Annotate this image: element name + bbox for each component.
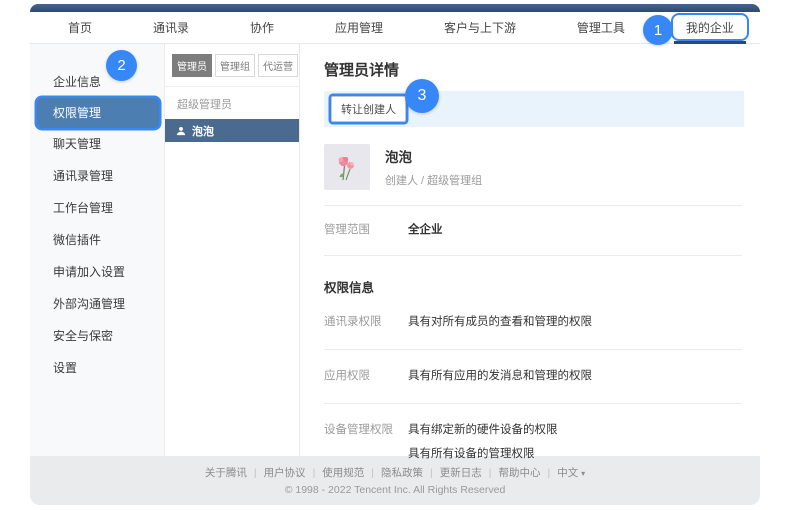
nav-item-contacts[interactable]: 通讯录 bbox=[153, 12, 189, 43]
admin-tabs: 管理员 管理组 代运营 + bbox=[165, 44, 299, 87]
admin-list-item[interactable]: 泡泡 bbox=[165, 119, 299, 142]
nav-item-home[interactable]: 首页 bbox=[68, 12, 92, 43]
caret-down-icon: ▾ bbox=[581, 469, 585, 478]
transfer-creator-button[interactable]: 转让创建人 bbox=[331, 96, 406, 122]
sidebar-item-workbench-management[interactable]: 工作台管理 bbox=[30, 192, 164, 224]
scope-label: 管理范围 bbox=[324, 223, 408, 238]
sidebar-item-company-info[interactable]: 企业信息 bbox=[30, 66, 164, 98]
nav-item-collaboration[interactable]: 协作 bbox=[250, 12, 274, 43]
separator: | bbox=[548, 467, 551, 479]
sidebar-item-contacts-management[interactable]: 通讯录管理 bbox=[30, 160, 164, 192]
permission-label: 应用权限 bbox=[324, 369, 408, 384]
annotation-step-2-badge: 2 bbox=[106, 50, 137, 81]
admin-group-label: 超级管理员 bbox=[165, 87, 299, 119]
separator: | bbox=[430, 467, 433, 479]
permission-label: 设备管理权限 bbox=[324, 423, 408, 462]
separator: | bbox=[254, 467, 257, 479]
separator: | bbox=[489, 467, 492, 479]
annotation-step-3-badge: 3 bbox=[405, 79, 439, 113]
nav-item-customers[interactable]: 客户与上下游 bbox=[444, 12, 516, 43]
footer-link-usage-rules[interactable]: 使用规范 bbox=[322, 465, 364, 480]
detail-toolbar: 转让创建人 bbox=[324, 91, 744, 127]
sidebar-item-settings[interactable]: 设置 bbox=[30, 352, 164, 384]
settings-sidebar: 企业信息 权限管理 聊天管理 通讯录管理 工作台管理 微信插件 申请加入设置 外… bbox=[30, 44, 165, 456]
admin-name: 泡泡 bbox=[192, 123, 214, 139]
content-area: 企业信息 权限管理 聊天管理 通讯录管理 工作台管理 微信插件 申请加入设置 外… bbox=[30, 44, 760, 456]
separator: | bbox=[313, 467, 316, 479]
admin-detail-panel: 管理员详情 转让创建人 bbox=[300, 44, 760, 456]
nav-item-app-management[interactable]: 应用管理 bbox=[335, 12, 383, 43]
footer-links: 关于腾讯 | 用户协议 | 使用规范 | 隐私政策 | 更新日志 | 帮助中心 … bbox=[30, 465, 760, 480]
avatar bbox=[324, 144, 370, 190]
scope-value: 全企业 bbox=[408, 223, 443, 238]
language-label: 中文 bbox=[557, 467, 578, 479]
permission-line-2: 具有所有设备的管理权限 bbox=[408, 447, 558, 462]
screenshot-canvas: 首页 通讯录 协作 应用管理 客户与上下游 管理工具 我的企业 1 2 3 企业… bbox=[0, 0, 789, 510]
separator: | bbox=[371, 467, 374, 479]
nav-item-my-company[interactable]: 我的企业 bbox=[686, 12, 734, 43]
permission-value: 具有所有应用的发消息和管理的权限 bbox=[408, 369, 592, 384]
scope-row: 管理范围 全企业 bbox=[324, 206, 744, 255]
permissions-section-title: 权限信息 bbox=[324, 277, 744, 296]
permission-value: 具有对所有成员的查看和管理的权限 bbox=[408, 315, 592, 330]
flower-avatar-image bbox=[324, 144, 370, 190]
permission-row-apps: 应用权限 具有所有应用的发消息和管理的权限 bbox=[324, 369, 744, 384]
footer-link-changelog[interactable]: 更新日志 bbox=[440, 465, 482, 480]
sidebar-item-security[interactable]: 安全与保密 bbox=[30, 320, 164, 352]
sidebar-item-join-settings[interactable]: 申请加入设置 bbox=[30, 256, 164, 288]
tab-admin-group[interactable]: 管理组 bbox=[215, 54, 255, 77]
language-selector[interactable]: 中文 ▾ bbox=[557, 465, 585, 480]
permission-value: 具有绑定新的硬件设备的权限 具有所有设备的管理权限 bbox=[408, 423, 558, 462]
divider bbox=[324, 255, 742, 256]
page-title: 管理员详情 bbox=[324, 59, 744, 80]
permission-row-devices: 设备管理权限 具有绑定新的硬件设备的权限 具有所有设备的管理权限 bbox=[324, 423, 744, 462]
sidebar-item-wechat-plugin[interactable]: 微信插件 bbox=[30, 224, 164, 256]
footer-link-help-center[interactable]: 帮助中心 bbox=[499, 465, 541, 480]
person-icon bbox=[176, 126, 186, 136]
footer-link-about-tencent[interactable]: 关于腾讯 bbox=[205, 465, 247, 480]
tab-agent-operation[interactable]: 代运营 bbox=[258, 54, 298, 77]
annotation-step-1-badge: 1 bbox=[643, 15, 673, 45]
divider bbox=[324, 349, 742, 350]
sidebar-item-external-communication[interactable]: 外部沟通管理 bbox=[30, 288, 164, 320]
sidebar-item-chat-management[interactable]: 聊天管理 bbox=[30, 128, 164, 160]
footer-link-privacy-policy[interactable]: 隐私政策 bbox=[381, 465, 423, 480]
app-window: 首页 通讯录 协作 应用管理 客户与上下游 管理工具 我的企业 1 2 3 企业… bbox=[30, 4, 760, 505]
copyright: © 1998 - 2022 Tencent Inc. All Rights Re… bbox=[30, 484, 760, 496]
footer: 关于腾讯 | 用户协议 | 使用规范 | 隐私政策 | 更新日志 | 帮助中心 … bbox=[30, 456, 760, 505]
admin-list-panel: 管理员 管理组 代运营 + 超级管理员 泡泡 bbox=[165, 44, 300, 456]
permission-label: 通讯录权限 bbox=[324, 315, 408, 330]
nav-item-management-tools[interactable]: 管理工具 bbox=[577, 12, 625, 43]
permission-row-contacts: 通讯录权限 具有对所有成员的查看和管理的权限 bbox=[324, 315, 744, 330]
profile-text: 泡泡 创建人 / 超级管理组 bbox=[385, 146, 482, 188]
nav-item-label: 我的企业 bbox=[686, 19, 734, 36]
divider bbox=[324, 403, 742, 404]
profile-role: 创建人 / 超级管理组 bbox=[385, 172, 482, 188]
footer-link-user-agreement[interactable]: 用户协议 bbox=[264, 465, 306, 480]
top-accent-bar bbox=[30, 4, 760, 12]
profile-name: 泡泡 bbox=[385, 146, 482, 166]
sidebar-item-permission-management[interactable]: 权限管理 bbox=[37, 98, 159, 128]
tab-admin[interactable]: 管理员 bbox=[172, 54, 212, 77]
admin-profile: 泡泡 创建人 / 超级管理组 bbox=[324, 144, 744, 190]
permission-line-1: 具有绑定新的硬件设备的权限 bbox=[408, 423, 558, 438]
